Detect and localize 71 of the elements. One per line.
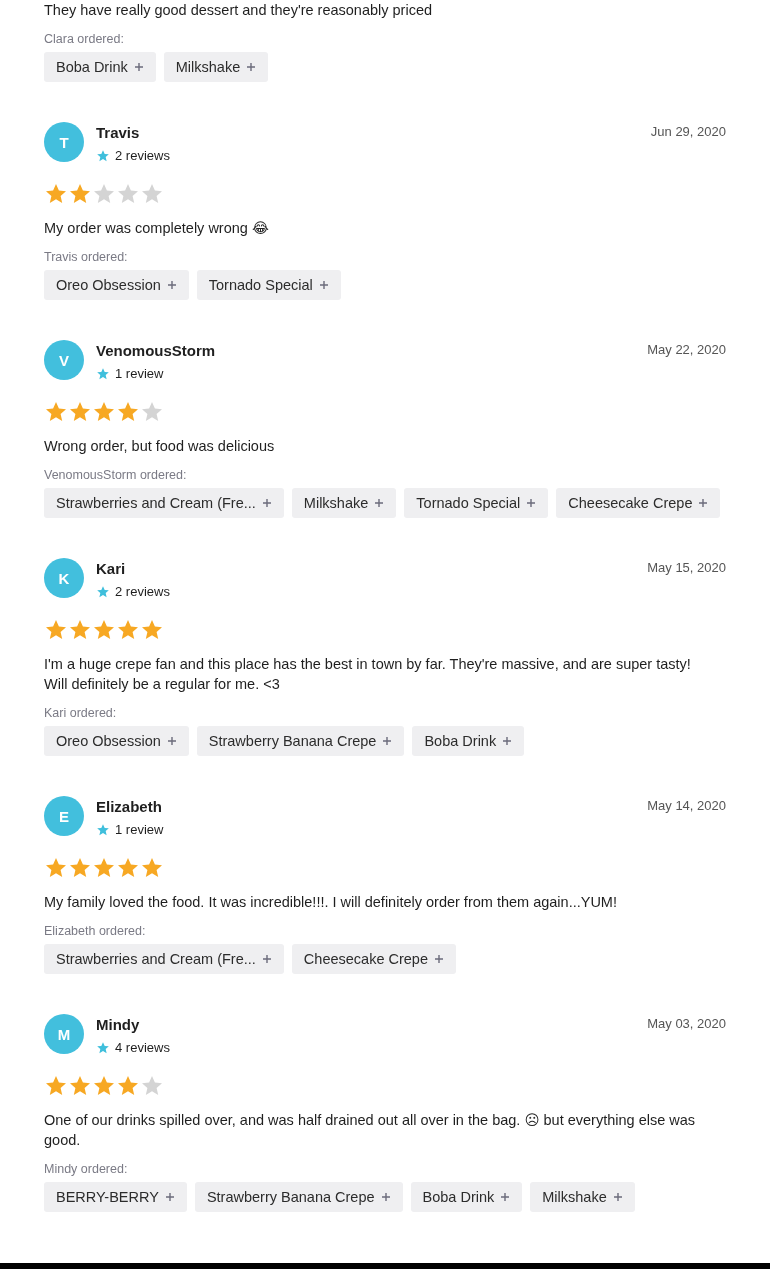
plus-icon xyxy=(261,498,272,508)
star-icon xyxy=(96,149,110,163)
plus-icon xyxy=(318,280,329,290)
review-date: May 15, 2020 xyxy=(647,560,726,575)
order-item-chip[interactable]: Boba Drink xyxy=(410,1182,523,1212)
review-date: May 03, 2020 xyxy=(647,1016,726,1031)
plus-icon xyxy=(164,1192,175,1202)
order-item-chip[interactable]: Milkshake xyxy=(530,1182,635,1212)
plus-icon xyxy=(698,498,709,508)
star-icon xyxy=(96,1041,110,1055)
review-count: 1 review xyxy=(115,365,164,383)
order-item-chip[interactable]: Boba Drink xyxy=(44,52,156,82)
order-item-chip[interactable]: Strawberries and Cream (Fre... xyxy=(44,944,284,974)
plus-icon xyxy=(434,954,444,964)
review-count: 1 review xyxy=(115,821,164,839)
review-date: May 22, 2020 xyxy=(647,342,726,357)
user-avatar: K xyxy=(44,558,84,598)
order-item-chip[interactable]: Strawberries and Cream (Fre... xyxy=(44,488,284,518)
plus-icon xyxy=(382,736,393,746)
user-avatar: V xyxy=(44,340,84,380)
order-item-chip[interactable]: Milkshake xyxy=(163,52,269,82)
review-text: My family loved the food. It was incredible!!!. I will definitely order from them again...YUM! xyxy=(44,893,618,912)
order-item-chip[interactable]: Milkshake xyxy=(291,488,397,518)
order-item-chip[interactable]: Cheesecake Crepe xyxy=(556,488,721,518)
plus-icon xyxy=(166,736,177,746)
reviewer-name: Kari xyxy=(96,559,127,579)
star-icon xyxy=(96,367,110,381)
review-count: 4 reviews xyxy=(115,1039,170,1057)
plus-icon xyxy=(612,1192,623,1202)
star-icon xyxy=(96,823,110,837)
reviewer-name: Mindy xyxy=(96,1015,141,1035)
plus-icon xyxy=(374,498,385,508)
review-text: My order was completely wrong 😂 xyxy=(44,219,270,238)
reviewer-name: Travis xyxy=(96,123,141,143)
order-item-chip[interactable]: Boba Drink xyxy=(412,726,525,756)
order-item-chip[interactable]: Strawberry Banana Crepe xyxy=(196,726,405,756)
ordered-label: Clara ordered: xyxy=(44,31,125,48)
order-item-chip[interactable]: Strawberry Banana Crepe xyxy=(194,1182,403,1212)
review-text: One of our drinks spilled over, and was half drained out all over in the bag. ☹ but everything else was good. xyxy=(44,1111,697,1150)
review-count: 2 reviews xyxy=(115,147,170,165)
review-count: 2 reviews xyxy=(115,583,170,601)
plus-icon xyxy=(380,1192,391,1202)
ordered-label: VenomousStorm ordered: xyxy=(44,467,188,484)
plus-icon xyxy=(526,498,537,508)
ordered-label: Travis ordered: xyxy=(44,249,129,266)
order-item-chip[interactable]: Oreo Obsession xyxy=(44,270,189,300)
review-date: Jun 29, 2020 xyxy=(650,124,726,139)
user-avatar: E xyxy=(44,796,84,836)
plus-icon xyxy=(133,62,144,72)
order-item-chip[interactable]: Tornado Special xyxy=(196,270,341,300)
plus-icon xyxy=(166,280,177,290)
ordered-label: Elizabeth ordered: xyxy=(44,923,147,940)
review-text: I'm a huge crepe fan and this place has the best in town by far. They're massive, and are super tasty! Will definitely be a regular for me. <3 xyxy=(44,655,692,694)
reviewer-name: VenomousStorm xyxy=(96,341,217,361)
ordered-label: Kari ordered: xyxy=(44,705,118,722)
review-text: Wrong order, but food was delicious xyxy=(44,437,276,456)
plus-icon xyxy=(246,62,257,72)
star-icon xyxy=(96,585,110,599)
plus-icon xyxy=(502,736,513,746)
order-item-chip[interactable]: Tornado Special xyxy=(404,488,549,518)
ordered-label: Mindy ordered: xyxy=(44,1161,129,1178)
user-avatar: M xyxy=(44,1014,84,1054)
plus-icon xyxy=(500,1192,511,1202)
review-date: May 14, 2020 xyxy=(647,798,726,813)
order-item-chip[interactable]: Oreo Obsession xyxy=(44,726,189,756)
user-avatar: T xyxy=(44,122,84,162)
order-item-chip[interactable]: BERRY-BERRY xyxy=(44,1182,187,1212)
order-item-chip[interactable]: Cheesecake Crepe xyxy=(291,944,456,974)
plus-icon xyxy=(261,954,272,964)
review-text: They have really good dessert and they're reasonably priced xyxy=(44,1,434,20)
reviewer-name: Elizabeth xyxy=(96,797,163,817)
